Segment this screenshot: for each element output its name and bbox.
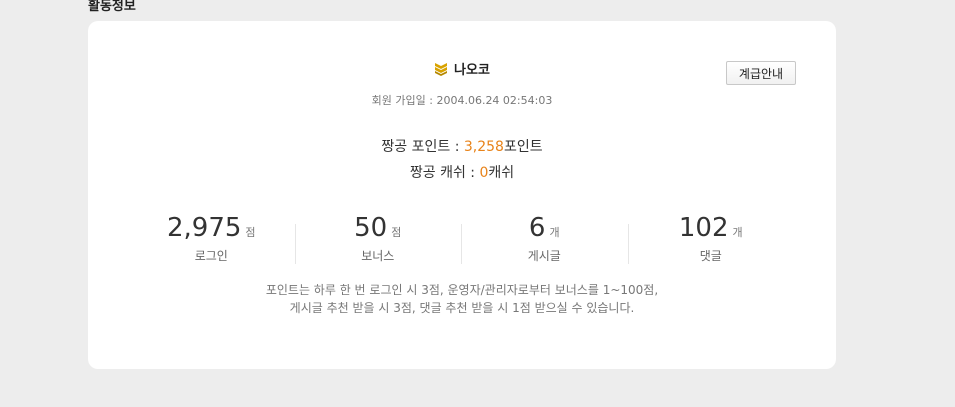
stat-bonus-value: 50 bbox=[354, 213, 388, 243]
stat-comments: 102 개 댓글 bbox=[627, 210, 795, 264]
join-date-value: 2004.06.24 02:54:03 bbox=[436, 94, 553, 107]
points-value: 3,258 bbox=[463, 139, 504, 155]
notice-line-2: 게시글 추천 받을 시 3점, 댓글 추천 받을 시 1점 받으실 수 있습니다… bbox=[289, 301, 635, 315]
cash-row: 짱공 캐쉬 : 0캐쉬 bbox=[88, 162, 836, 182]
cash-label: 짱공 캐쉬 : bbox=[409, 165, 480, 181]
notice-line-1: 포인트는 하루 한 번 로그인 시 3점, 운영자/관리자로부터 보너스를 1~… bbox=[265, 283, 659, 297]
stats-row: 2,975 점 로그인 50 점 보너스 6개 게시글 102 개 댓글 bbox=[128, 210, 794, 264]
stat-login-unit: 점 bbox=[245, 226, 256, 239]
stat-comments-value: 102 bbox=[678, 213, 729, 243]
stat-bonus-label: 보너스 bbox=[361, 249, 395, 263]
stat-login-label: 로그인 bbox=[194, 249, 228, 263]
points-label: 짱공 포인트 : bbox=[381, 139, 464, 155]
stat-login: 2,975 점 로그인 bbox=[128, 210, 295, 264]
points-notice: 포인트는 하루 한 번 로그인 시 3점, 운영자/관리자로부터 보너스를 1~… bbox=[88, 281, 836, 317]
stat-posts-unit: 개 bbox=[549, 226, 560, 239]
points-unit: 포인트 bbox=[503, 139, 543, 155]
stat-login-value: 2,975 bbox=[166, 213, 242, 243]
username: 나오코 bbox=[454, 63, 490, 78]
stat-posts-label: 게시글 bbox=[527, 249, 561, 263]
user-header: 나오코 bbox=[88, 59, 836, 78]
join-date-row: 회원 가입일 : 2004.06.24 02:54:03 bbox=[88, 92, 836, 108]
stat-bonus-unit: 점 bbox=[391, 226, 402, 239]
section-title: 활동정보 bbox=[88, 0, 136, 14]
stat-comments-label: 댓글 bbox=[699, 249, 722, 263]
rank-chevron-icon bbox=[434, 62, 448, 76]
points-row: 짱공 포인트 : 3,258포인트 bbox=[88, 136, 836, 156]
cash-unit: 캐쉬 bbox=[488, 165, 515, 181]
stat-comments-unit: 개 bbox=[732, 226, 743, 239]
join-date-label: 회원 가입일 : bbox=[371, 94, 437, 107]
stat-bonus: 50 점 보너스 bbox=[294, 210, 462, 264]
stat-posts-value: 6 bbox=[528, 213, 546, 243]
stat-posts: 6개 게시글 bbox=[461, 210, 628, 264]
activity-card: 계급안내 나오코 회원 가입일 : 2004.06.24 02:54:03 짱공… bbox=[88, 21, 836, 369]
